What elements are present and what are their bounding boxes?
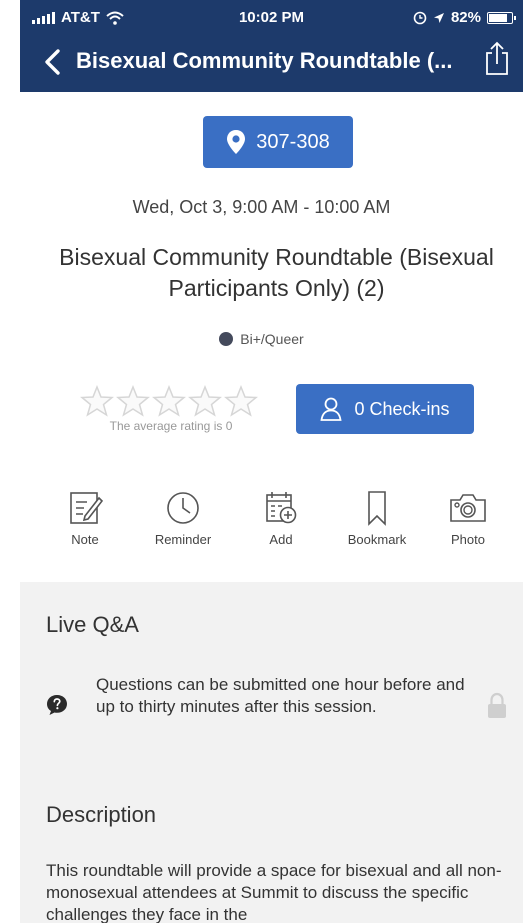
- star-icon[interactable]: [224, 385, 258, 417]
- share-icon[interactable]: [483, 40, 511, 76]
- checkins-button[interactable]: 0 Check-ins: [296, 384, 474, 434]
- star-icon[interactable]: [116, 385, 150, 417]
- back-chevron-icon[interactable]: [38, 46, 68, 78]
- battery-icon: [487, 11, 516, 24]
- camera-icon: [450, 494, 486, 522]
- map-pin-icon: [227, 130, 246, 154]
- bookmark-action[interactable]: Bookmark: [332, 488, 422, 547]
- user-icon: [320, 397, 343, 421]
- live-qa-text: Questions can be submitted one hour befo…: [96, 675, 465, 716]
- clock-icon: [167, 492, 199, 524]
- reminder-action[interactable]: Reminder: [138, 488, 228, 547]
- nav-title: Bisexual Community Roundtable (...: [76, 48, 453, 73]
- session-datetime: Wed, Oct 3, 9:00 AM - 10:00 AM: [132, 197, 391, 217]
- details-section: Live Q&A Questions can be submitted one …: [20, 582, 523, 923]
- tag-label: Bi+/Queer: [240, 331, 304, 347]
- session-title: Bisexual Community Roundtable (Bisexual …: [59, 244, 494, 301]
- location-button[interactable]: 307-308: [203, 116, 353, 168]
- rating-text: The average rating is 0: [109, 419, 233, 433]
- checkins-label: 0 Check-ins: [354, 398, 450, 419]
- question-bubble-icon: [47, 695, 67, 715]
- alarm-icon: [413, 11, 427, 24]
- track-tag: Bi+/Queer: [0, 331, 523, 347]
- note-action[interactable]: Note: [40, 488, 130, 547]
- status-right: 82%: [413, 9, 516, 26]
- live-qa-heading: Live Q&A: [46, 612, 139, 637]
- add-action[interactable]: Add: [236, 488, 326, 547]
- star-icon[interactable]: [152, 385, 186, 417]
- tag-color-dot: [219, 332, 234, 346]
- bookmark-icon: [368, 491, 386, 526]
- action-bar: Note Reminder Add Bookmark Photo: [40, 488, 510, 558]
- calendar-add-icon: [266, 492, 297, 524]
- reminder-label: Reminder: [154, 532, 212, 547]
- battery-percent: 82%: [450, 9, 481, 26]
- location-label: 307-308: [256, 130, 330, 153]
- star-icon[interactable]: [188, 385, 222, 417]
- header: AT&T 10:02 PM 82% Bisexual Community Rou…: [20, 0, 523, 92]
- description-heading: Description: [46, 802, 157, 827]
- star-rating[interactable]: [80, 385, 258, 417]
- bookmark-label: Bookmark: [347, 532, 407, 547]
- note-icon: [70, 492, 104, 524]
- add-label: Add: [269, 532, 293, 547]
- photo-label: Photo: [451, 532, 485, 547]
- status-bar: AT&T 10:02 PM 82%: [20, 0, 523, 34]
- location-arrow-icon: [433, 12, 444, 23]
- star-icon[interactable]: [80, 385, 114, 417]
- note-label: Note: [71, 532, 99, 547]
- description-text: This roundtable will provide a space for…: [46, 861, 502, 923]
- nav-bar: Bisexual Community Roundtable (...: [20, 40, 523, 86]
- lock-icon: [488, 692, 506, 718]
- photo-action[interactable]: Photo: [423, 488, 513, 547]
